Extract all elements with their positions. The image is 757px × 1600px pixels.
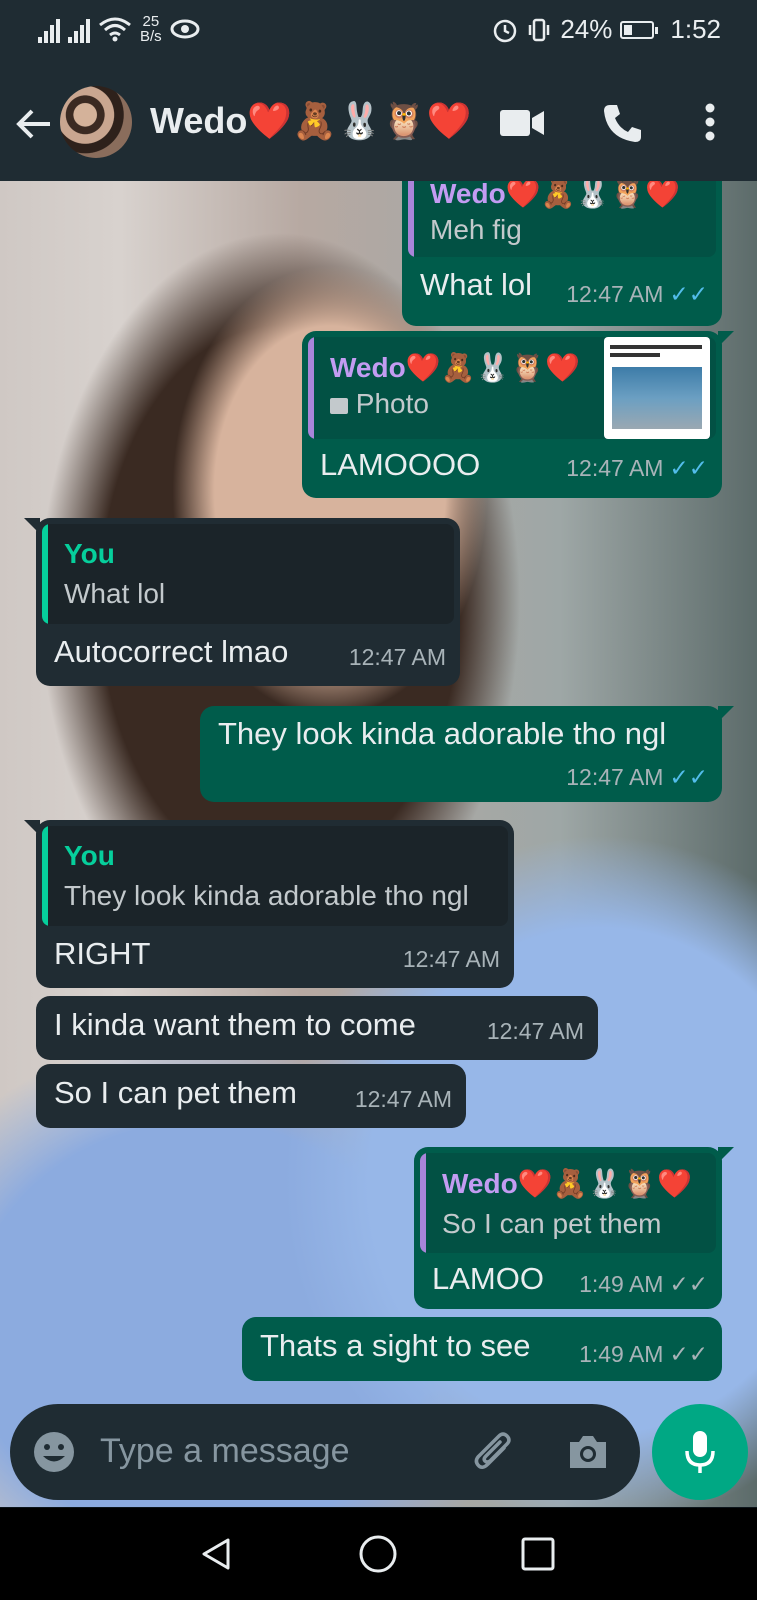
quoted-message[interactable]: Wedo❤️🧸🐰🦉❤️ Photo xyxy=(308,337,716,439)
message-time: 12:47 AM xyxy=(354,1086,452,1112)
message-text: RIGHT xyxy=(54,936,151,971)
message-bubble[interactable]: Wedo❤️🧸🐰🦉❤️ So I can pet them LAMOO 1:49… xyxy=(414,1147,734,1309)
quote-author: You xyxy=(64,538,115,569)
message-meta: 1:49 AM ✓✓ xyxy=(579,1341,708,1368)
read-ticks-icon: ✓✓ xyxy=(669,764,708,790)
voice-call-icon[interactable] xyxy=(602,102,644,144)
message-time: 12:47 AM xyxy=(486,1018,584,1044)
message-meta: 12:47 AM ✓✓ xyxy=(566,281,708,308)
message-text: Thats a sight to see xyxy=(260,1328,531,1363)
message-meta: 12:47 AM xyxy=(355,1086,452,1113)
message-time: 12:47 AM xyxy=(566,764,664,790)
contact-name[interactable]: Wedo❤️🧸🐰🦉❤️ xyxy=(150,100,471,142)
battery-percent: 24% xyxy=(560,14,613,44)
message-bubble[interactable]: So I can pet them 12:47 AM xyxy=(36,1064,466,1128)
clock: 1:52 xyxy=(670,14,721,44)
microphone-icon xyxy=(685,1431,715,1473)
back-arrow-icon[interactable] xyxy=(14,104,54,144)
vibrate-icon xyxy=(529,18,550,41)
battery-icon xyxy=(620,20,659,39)
message-meta: 12:47 AM ✓✓ xyxy=(566,764,708,791)
message-text: They look kinda adorable tho ngl xyxy=(218,716,667,751)
chat-header: Wedo❤️🧸🐰🦉❤️ xyxy=(0,64,757,181)
message-bubble[interactable]: Wedo❤️🧸🐰🦉❤️ Photo LAMOOOO 12:47 AM ✓✓ xyxy=(302,331,734,498)
message-text: So I can pet them xyxy=(54,1075,297,1110)
quote-photo-thumbnail xyxy=(604,337,710,439)
message-bubble[interactable]: You They look kinda adorable tho ngl RIG… xyxy=(24,820,514,988)
quote-text: They look kinda adorable tho ngl xyxy=(64,880,469,911)
delivered-ticks-icon: ✓✓ xyxy=(669,1271,708,1297)
signal-hplus-icon xyxy=(68,15,90,43)
quoted-message[interactable]: Wedo❤️🧸🐰🦉❤️ So I can pet them xyxy=(420,1153,716,1253)
message-time: 12:47 AM xyxy=(566,455,664,481)
attach-icon[interactable] xyxy=(472,1428,516,1476)
video-call-icon[interactable] xyxy=(500,108,546,138)
read-ticks-icon: ✓✓ xyxy=(669,455,708,481)
eye-icon xyxy=(170,19,200,39)
quote-author: Wedo❤️🧸🐰🦉❤️ xyxy=(430,181,681,209)
alarm-icon xyxy=(494,19,517,42)
message-meta: 12:47 AM xyxy=(403,946,500,973)
more-options-icon[interactable] xyxy=(704,102,716,142)
message-bubble[interactable]: Wedo❤️🧸🐰🦉❤️ Meh fig What lol 12:47 AM ✓✓ xyxy=(402,181,722,326)
system-navigation-bar xyxy=(0,1508,757,1600)
message-time: 12:47 AM xyxy=(566,281,664,307)
nav-home-icon[interactable] xyxy=(358,1534,398,1574)
message-time: 12:47 AM xyxy=(402,946,500,972)
quote-text: What lol xyxy=(64,578,166,609)
message-input-bar: Type a message xyxy=(10,1404,640,1500)
message-bubble[interactable]: You What lol Autocorrect lmao 12:47 AM xyxy=(24,518,460,686)
signal-icon xyxy=(38,15,60,43)
quoted-message[interactable]: Wedo❤️🧸🐰🦉❤️ Meh fig xyxy=(408,181,716,257)
message-text: What lol xyxy=(420,267,532,302)
message-text: LAMOOOO xyxy=(320,447,481,482)
quote-text: Meh fig xyxy=(430,214,522,245)
message-time: 12:47 AM xyxy=(348,644,446,670)
quote-author: You xyxy=(64,840,115,871)
nav-recents-icon[interactable] xyxy=(520,1536,556,1572)
message-text: Autocorrect lmao xyxy=(54,634,289,669)
message-meta: 12:47 AM xyxy=(349,644,446,671)
message-input[interactable]: Type a message xyxy=(100,1432,349,1471)
message-meta: 12:47 AM xyxy=(487,1018,584,1045)
avatar[interactable] xyxy=(60,86,132,158)
message-meta: 12:47 AM ✓✓ xyxy=(566,455,708,482)
message-text: LAMOO xyxy=(432,1261,544,1296)
camera-icon[interactable] xyxy=(566,1432,610,1472)
voice-record-button[interactable] xyxy=(652,1404,748,1500)
message-bubble[interactable]: Thats a sight to see 1:49 AM ✓✓ xyxy=(242,1317,722,1381)
photo-icon xyxy=(330,397,348,414)
message-bubble[interactable]: I kinda want them to come 12:47 AM xyxy=(36,996,598,1060)
nav-back-icon[interactable] xyxy=(198,1536,234,1572)
message-meta: 1:49 AM ✓✓ xyxy=(579,1271,708,1298)
status-bar: 25 B/s 24% 1:52 xyxy=(0,0,757,64)
quoted-message[interactable]: You They look kinda adorable tho ngl xyxy=(42,826,508,926)
wifi-icon xyxy=(99,17,131,42)
emoji-icon[interactable] xyxy=(32,1430,76,1474)
quote-text: So I can pet them xyxy=(442,1208,662,1239)
delivered-ticks-icon: ✓✓ xyxy=(669,1341,708,1367)
message-bubble[interactable]: They look kinda adorable tho ngl 12:47 A… xyxy=(200,706,734,802)
message-text: I kinda want them to come xyxy=(54,1007,416,1042)
message-time: 1:49 AM xyxy=(579,1341,664,1367)
network-speed: 25 B/s xyxy=(140,13,162,45)
message-time: 1:49 AM xyxy=(579,1271,664,1297)
chat-area[interactable]: Wedo❤️🧸🐰🦉❤️ Meh fig What lol 12:47 AM ✓✓… xyxy=(0,181,757,1507)
quoted-message[interactable]: You What lol xyxy=(42,524,454,624)
read-ticks-icon: ✓✓ xyxy=(669,281,708,307)
quote-author: Wedo❤️🧸🐰🦉❤️ xyxy=(442,1168,693,1199)
